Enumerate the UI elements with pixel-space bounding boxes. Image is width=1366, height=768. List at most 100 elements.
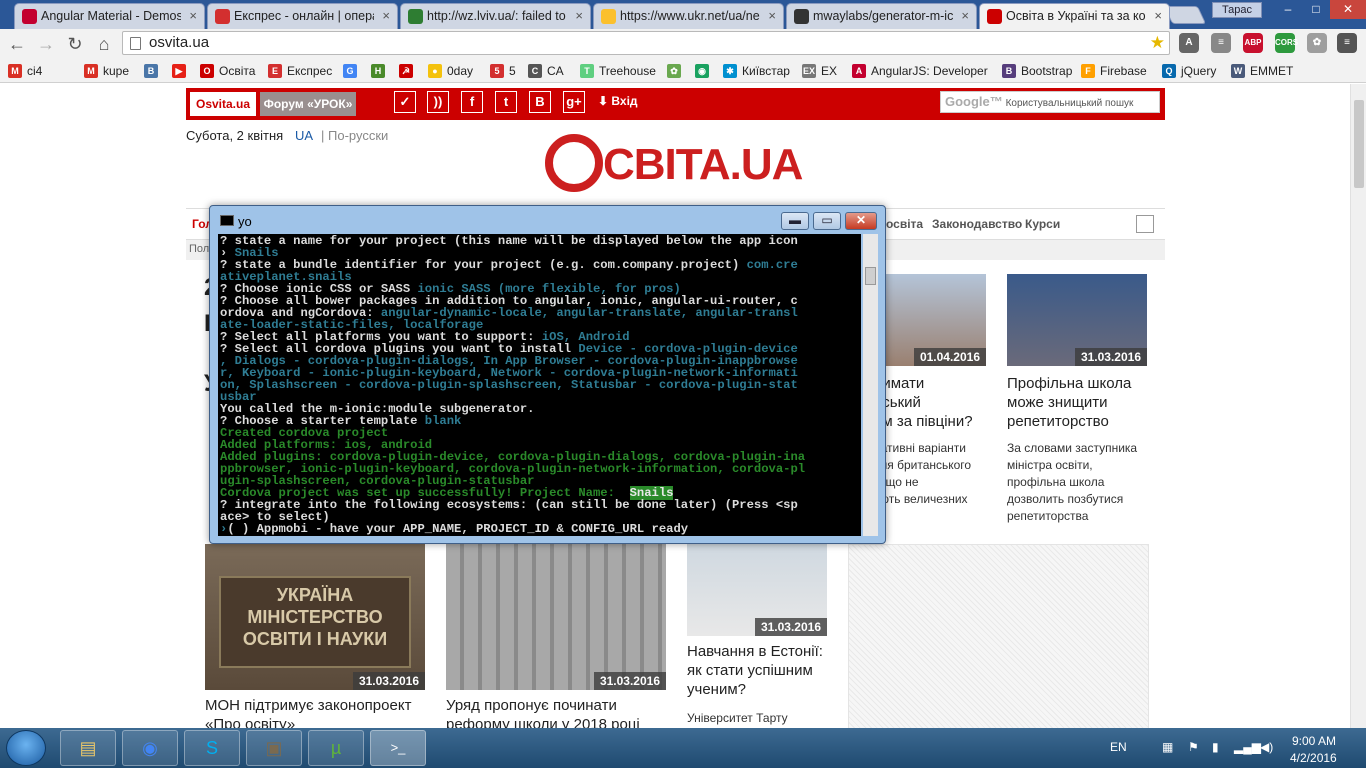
- bookmark-item[interactable]: ◉: [695, 62, 714, 80]
- news-title[interactable]: Навчання в Естонії: як стати успішним уч…: [687, 642, 823, 699]
- news-image[interactable]: 31.03.2016: [446, 544, 666, 690]
- console-minimize-button[interactable]: ▬: [781, 212, 809, 230]
- volume-icon[interactable]: ◀): [1260, 740, 1273, 754]
- console-output[interactable]: ? state a name for your project (this na…: [218, 234, 861, 536]
- rss-icon[interactable]: )): [427, 91, 449, 113]
- bookmark-star-icon[interactable]: ★: [1150, 32, 1165, 54]
- tab-close-icon[interactable]: ×: [382, 4, 390, 28]
- news-image[interactable]: 31.03.2016: [687, 544, 827, 636]
- login-link[interactable]: ⬇ Вхід: [598, 94, 638, 108]
- close-window-button[interactable]: ✕: [1330, 0, 1366, 19]
- bookmark-item[interactable]: G: [343, 62, 362, 80]
- bookmark-item[interactable]: F Firebase: [1081, 62, 1147, 80]
- news-title[interactable]: Уряд пропонує починати реформу школи у 2…: [446, 696, 640, 728]
- language-indicator[interactable]: EN: [1110, 740, 1127, 754]
- profile-name[interactable]: Тарас: [1212, 2, 1262, 18]
- extension-icon[interactable]: A: [1179, 33, 1199, 53]
- extension-icon[interactable]: ≡: [1211, 33, 1231, 53]
- bookmark-item[interactable]: W EMMET: [1231, 62, 1293, 80]
- battery-icon[interactable]: ▮: [1212, 740, 1219, 754]
- minimize-button[interactable]: –: [1274, 0, 1302, 19]
- subnav-item[interactable]: Пол: [189, 243, 209, 255]
- tab-close-icon[interactable]: ×: [575, 4, 583, 28]
- bookmark-item[interactable]: C CA: [528, 62, 564, 80]
- bookmark-item[interactable]: ☭: [399, 62, 418, 80]
- bookmark-item[interactable]: QjQuery: [1162, 62, 1216, 80]
- news-title[interactable]: оимати нський ом за півціни?: [874, 374, 973, 431]
- skype-icon[interactable]: S: [184, 730, 240, 766]
- bookmark-item[interactable]: Mkupe: [84, 62, 129, 80]
- windows-flag-icon[interactable]: ▦: [1162, 740, 1173, 754]
- bookmark-item[interactable]: EX EX: [802, 62, 837, 80]
- new-tab-button[interactable]: [1163, 6, 1207, 24]
- browser-tab[interactable]: https://www.ukr.net/ua/ne ×: [593, 3, 784, 29]
- extension-icon[interactable]: ABP: [1243, 33, 1263, 53]
- lang-ua-link[interactable]: UA: [295, 128, 313, 143]
- page-scrollbar[interactable]: [1350, 84, 1366, 728]
- bookmark-item[interactable]: E Експрес: [268, 62, 332, 80]
- lang-ru-link[interactable]: | По-русски: [321, 128, 388, 143]
- bookmark-item[interactable]: ✿: [667, 62, 686, 80]
- bookmark-item[interactable]: H: [371, 62, 390, 80]
- file-explorer-icon[interactable]: ▤: [60, 730, 116, 766]
- address-bar[interactable]: osvita.ua ★: [122, 31, 1170, 55]
- bookmark-item[interactable]: 55: [490, 62, 516, 80]
- nav-education[interactable]: освіта: [886, 217, 923, 231]
- home-icon[interactable]: ⌂: [93, 33, 115, 55]
- console-scroll-thumb[interactable]: [865, 267, 876, 285]
- bookmark-item[interactable]: Mci4: [8, 62, 42, 80]
- extension-icon[interactable]: CORS: [1275, 33, 1298, 53]
- news-image[interactable]: УКРАЇНА МІНІСТЕРСТВО ОСВІТИ І НАУКИ 31.0…: [205, 544, 425, 690]
- chrome-icon[interactable]: ◉: [122, 730, 178, 766]
- tab-close-icon[interactable]: ×: [1154, 4, 1162, 28]
- news-title[interactable]: МОН підтримує законопроект «Про освіту»: [205, 696, 411, 728]
- network-icon[interactable]: ▂▄▆: [1234, 740, 1261, 754]
- site-logo[interactable]: СВІТА.UA: [545, 130, 805, 196]
- bookmark-item[interactable]: T Treehouse: [580, 62, 656, 80]
- tab-close-icon[interactable]: ×: [768, 4, 776, 28]
- scrollbar-thumb[interactable]: [1354, 100, 1364, 188]
- console-scrollbar[interactable]: [863, 234, 878, 536]
- checkmark-icon[interactable]: ✓: [394, 91, 416, 113]
- browser-tab[interactable]: http://wz.lviv.ua/: failed to ×: [400, 3, 591, 29]
- command-prompt-icon[interactable]: >_: [370, 730, 426, 766]
- extension-icon[interactable]: ≡: [1337, 33, 1357, 53]
- google-plus-icon[interactable]: g+: [563, 91, 585, 113]
- browser-tab[interactable]: Освіта в Україні та за кор ×: [979, 3, 1170, 29]
- tab-close-icon[interactable]: ×: [189, 4, 197, 28]
- bookmark-item[interactable]: B Bootstrap: [1002, 62, 1072, 80]
- forum-tab[interactable]: Форум «УРОК»: [260, 92, 356, 116]
- action-center-icon[interactable]: ⚑: [1188, 740, 1199, 754]
- maximize-button[interactable]: □: [1302, 0, 1330, 19]
- browser-tab[interactable]: mwaylabs/generator-m-ic ×: [786, 3, 977, 29]
- bookmark-item[interactable]: ▶: [172, 62, 191, 80]
- clock-time[interactable]: 9:00 AM: [1292, 734, 1336, 748]
- news-title[interactable]: Профільна школа може знищити репетиторст…: [1007, 374, 1131, 431]
- browser-tab[interactable]: Експрес - онлайн | опера ×: [207, 3, 398, 29]
- back-arrow-icon[interactable]: ←: [6, 33, 28, 55]
- extension-icon[interactable]: ✿: [1307, 33, 1327, 53]
- console-maximize-button[interactable]: ▭: [813, 212, 841, 230]
- clock-date[interactable]: 4/2/2016: [1290, 751, 1337, 765]
- tab-close-icon[interactable]: ×: [961, 4, 969, 28]
- bookmark-item[interactable]: B: [144, 62, 163, 80]
- facebook-icon[interactable]: f: [461, 91, 483, 113]
- browser-tab[interactable]: Angular Material - Demos ×: [14, 3, 205, 29]
- bookmark-item[interactable]: О Освіта: [200, 62, 255, 80]
- nav-courses[interactable]: Курси: [1025, 217, 1060, 231]
- console-window[interactable]: yo ▬ ▭ ✕ ? state a name for your project…: [209, 205, 886, 544]
- start-button[interactable]: [6, 730, 46, 766]
- nav-legislation[interactable]: Законодавство: [932, 217, 1022, 231]
- bookmark-item[interactable]: A AngularJS: Developer: [852, 62, 988, 80]
- bookmark-item[interactable]: ✱ Київстар: [723, 62, 790, 80]
- news-image[interactable]: 31.03.2016: [1007, 274, 1147, 366]
- reload-icon[interactable]: ↻: [64, 33, 86, 55]
- vk-icon[interactable]: B: [529, 91, 551, 113]
- twitter-icon[interactable]: t: [495, 91, 517, 113]
- forward-arrow-icon[interactable]: →: [35, 33, 57, 55]
- site-tab[interactable]: Osvita.ua: [190, 92, 256, 116]
- google-search-input[interactable]: Google™ Користувальницький пошук: [940, 91, 1160, 113]
- sitemap-icon[interactable]: [1136, 215, 1154, 233]
- sublime-text-icon[interactable]: ▣: [246, 730, 302, 766]
- bookmark-item[interactable]: ● 0day: [428, 62, 473, 80]
